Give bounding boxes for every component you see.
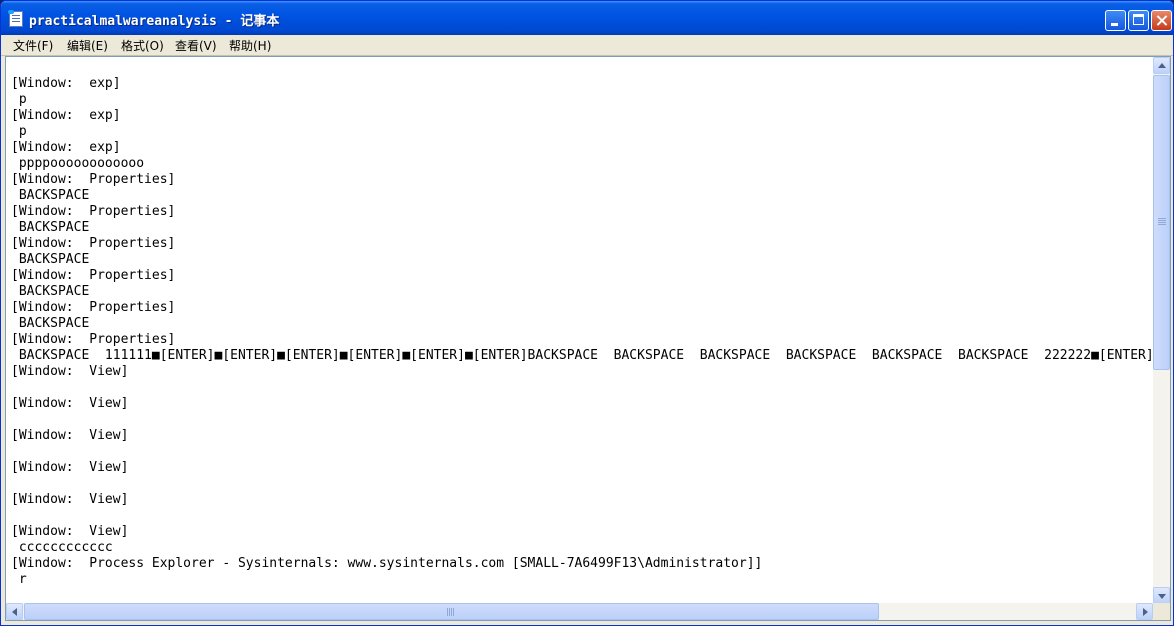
- text-line: [Window: Properties]: [11, 204, 176, 219]
- window-title: practicalmalwareanalysis - 记事本: [29, 14, 280, 29]
- menu-file[interactable]: 文件(F): [13, 37, 53, 54]
- vertical-scroll-thumb[interactable]: [1153, 75, 1170, 370]
- notepad-icon[interactable]: [8, 10, 23, 27]
- menu-view[interactable]: 查看(V): [175, 37, 217, 54]
- text-line: BACKSPACE: [11, 188, 90, 203]
- text-line: [Window: exp]: [11, 108, 121, 123]
- text-line: [Window: Process Explorer - Sysinternals…: [11, 556, 763, 571]
- text-line: [11, 508, 1156, 524]
- text-line: [Window: Properties]: [11, 300, 176, 315]
- text-line: [Window: View]: [11, 428, 129, 443]
- scroll-down-button[interactable]: [1153, 587, 1170, 604]
- notepad-window: practicalmalwareanalysis - 记事本 文件(F) 编辑(…: [0, 0, 1174, 626]
- grip-icon: [447, 608, 455, 616]
- horizontal-scrollbar[interactable]: [6, 603, 1153, 620]
- text-line: [11, 444, 1156, 460]
- text-line: [11, 412, 1156, 428]
- text-line: ppppoooooooooooo: [11, 156, 145, 171]
- text-line: p: [11, 92, 27, 107]
- minimize-button[interactable]: [1105, 10, 1126, 31]
- text-editor[interactable]: [Window: exp] p [Window: exp] p [Window: e…: [5, 56, 1171, 621]
- scroll-left-button[interactable]: [6, 603, 23, 620]
- text-line: BACKSPACE: [11, 220, 90, 235]
- horizontal-scroll-thumb[interactable]: [24, 603, 879, 620]
- text-line: [Window: exp]: [11, 76, 121, 91]
- text-line: p: [11, 124, 27, 139]
- text-line: [Window: View]: [11, 460, 129, 475]
- scrollbar-corner: [1153, 603, 1170, 620]
- menu-format[interactable]: 格式(O): [121, 37, 164, 54]
- menu-edit[interactable]: 编辑(E): [67, 37, 108, 54]
- text-line: [11, 380, 1156, 396]
- editor-text[interactable]: [Window: exp] p [Window: exp] p [Window: e…: [11, 60, 1156, 602]
- text-line: [Window: View]: [11, 492, 129, 507]
- text-line: BACKSPACE 111111■[ENTER]■[ENTER]■[ENTER]…: [11, 348, 1154, 363]
- menu-help[interactable]: 帮助(H): [229, 37, 271, 54]
- text-line: [11, 60, 1156, 76]
- close-icon: [1152, 11, 1171, 30]
- menu-bar: 文件(F) 编辑(E) 格式(O) 查看(V) 帮助(H): [1, 35, 1173, 56]
- text-line: [Window: Properties]: [11, 332, 176, 347]
- text-line: [Window: View]: [11, 364, 129, 379]
- scroll-right-button[interactable]: [1136, 603, 1153, 620]
- text-line: [Window: View]: [11, 524, 129, 539]
- maximize-icon: [1133, 14, 1144, 25]
- text-line: BACKSPACE: [11, 284, 90, 299]
- text-line: [Window: exp]: [11, 140, 121, 155]
- title-bar[interactable]: practicalmalwareanalysis - 记事本: [1, 1, 1173, 35]
- close-button[interactable]: [1151, 10, 1172, 31]
- maximize-button[interactable]: [1128, 10, 1149, 31]
- text-line: [Window: Properties]: [11, 268, 176, 283]
- text-line: BACKSPACE: [11, 252, 90, 267]
- arrow-left-icon: [12, 608, 17, 616]
- grip-icon: [1158, 218, 1166, 225]
- text-line: cccccccccccc: [11, 540, 113, 555]
- text-line: BACKSPACE: [11, 316, 90, 331]
- text-line: r: [11, 572, 27, 587]
- arrow-up-icon: [1158, 63, 1166, 68]
- arrow-down-icon: [1158, 594, 1166, 599]
- text-line: [Window: Properties]: [11, 236, 176, 251]
- text-line: [11, 476, 1156, 492]
- scroll-up-button[interactable]: [1153, 57, 1170, 74]
- text-line: [Window: View]: [11, 396, 129, 411]
- vertical-scrollbar[interactable]: [1153, 57, 1170, 604]
- minimize-icon: [1111, 23, 1118, 26]
- arrow-right-icon: [1143, 608, 1148, 616]
- text-line: [Window: Properties]: [11, 172, 176, 187]
